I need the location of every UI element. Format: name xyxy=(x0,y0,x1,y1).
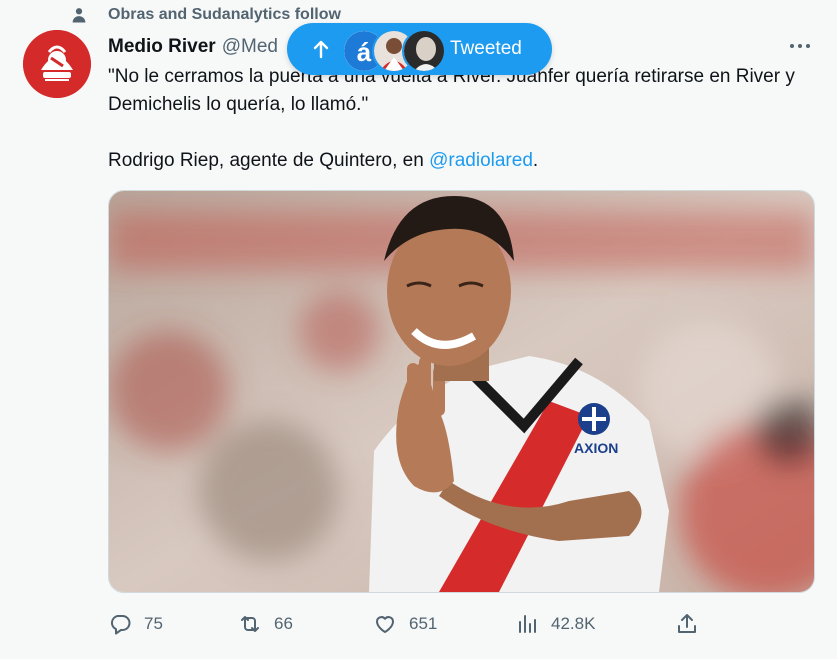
new-tweets-pill[interactable]: á Tweeted xyxy=(287,23,552,75)
more-dot-icon xyxy=(790,44,794,48)
avatar[interactable] xyxy=(23,30,91,98)
pill-label: Tweeted xyxy=(450,38,522,59)
attribution-text: Rodrigo Riep, agente de Quintero, en xyxy=(108,150,430,171)
views-count: 42.8K xyxy=(551,614,596,633)
tweet[interactable]: Obras and Sudanalytics follow Medio Rive… xyxy=(0,0,837,659)
jersey-sponsor-text: AXION xyxy=(574,440,618,456)
retweet-icon xyxy=(238,612,262,636)
views-icon xyxy=(515,612,539,636)
like-count: 651 xyxy=(409,614,438,633)
heart-icon xyxy=(373,612,397,636)
reply-count: 75 xyxy=(144,614,163,633)
author-handle[interactable]: @Med xyxy=(222,36,278,58)
tweet-text: "No le cerramos la puerta a una vuelta a… xyxy=(108,63,808,175)
reply-button[interactable]: 75 xyxy=(108,612,163,636)
pill-avatar-letter: á xyxy=(357,37,372,67)
more-options-button[interactable] xyxy=(785,36,815,56)
share-icon xyxy=(675,612,699,636)
arrow-up-icon xyxy=(309,37,333,61)
like-button[interactable]: 651 xyxy=(373,612,437,636)
tweet-actions: 75 66 651 42.8K xyxy=(108,606,708,640)
retweet-count: 66 xyxy=(274,614,293,633)
pill-avatar-3 xyxy=(402,29,446,73)
tweet-photo[interactable]: AXION xyxy=(108,190,815,593)
person-icon xyxy=(70,6,88,24)
social-context: Obras and Sudanalytics follow xyxy=(70,4,341,26)
views-button[interactable]: 42.8K xyxy=(515,612,595,636)
mention-link[interactable]: @radiolared xyxy=(429,150,533,171)
share-button[interactable] xyxy=(675,612,699,636)
more-dot-icon xyxy=(798,44,802,48)
tweet-attribution: Rodrigo Riep, agente de Quintero, en @ra… xyxy=(108,147,808,175)
more-dot-icon xyxy=(806,44,810,48)
tweet-header: Medio River @Med xyxy=(108,34,278,60)
reply-icon xyxy=(108,612,132,636)
social-context-text[interactable]: Obras and Sudanalytics follow xyxy=(108,6,341,24)
attribution-suffix: . xyxy=(532,150,539,171)
retweet-button[interactable]: 66 xyxy=(238,612,293,636)
author-name[interactable]: Medio River xyxy=(108,36,216,58)
